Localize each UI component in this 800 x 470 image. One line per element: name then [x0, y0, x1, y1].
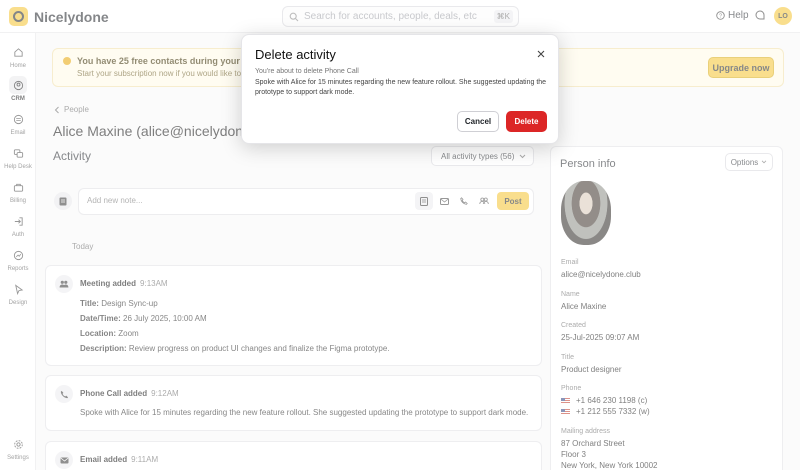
delete-button[interactable]: Delete	[506, 111, 547, 132]
close-icon	[537, 50, 545, 58]
close-button[interactable]	[534, 47, 548, 61]
dialog-title: Delete activity	[255, 47, 336, 62]
cancel-button[interactable]: Cancel	[457, 111, 499, 132]
dialog-subtitle: You're about to delete Phone Call	[255, 68, 359, 75]
dialog-body: Spoke with Alice for 15 minutes regardin…	[255, 79, 547, 96]
delete-activity-dialog: Delete activity You're about to delete P…	[241, 34, 559, 144]
